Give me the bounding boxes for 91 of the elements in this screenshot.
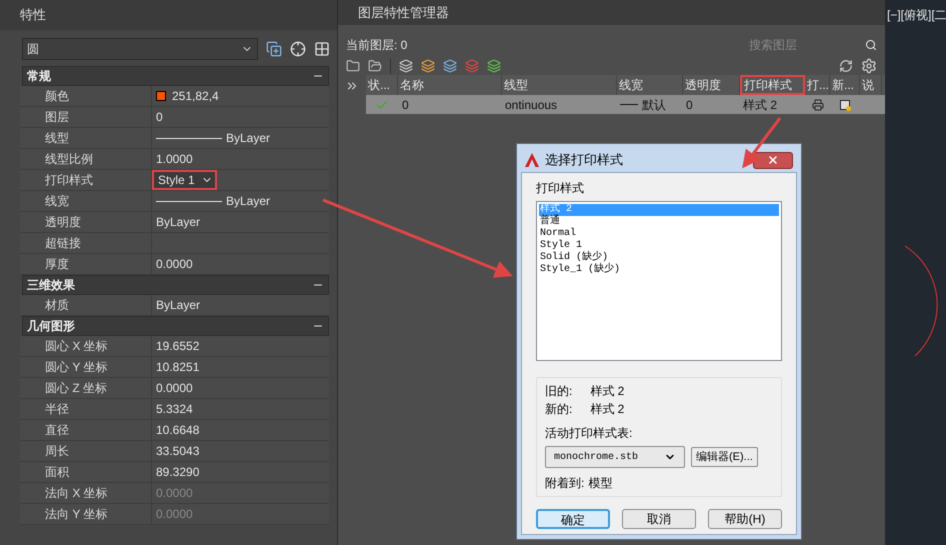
attached-value: 模型 <box>588 475 612 492</box>
property-value: 0.0000 <box>155 380 194 397</box>
panel-title: 特性 <box>20 6 46 24</box>
list-item[interactable]: Solid (缺少) <box>539 252 779 264</box>
property-value: 0.0000 <box>155 506 194 523</box>
property-value: 10.6648 <box>155 422 200 439</box>
layers-icon[interactable] <box>443 59 457 73</box>
line-sample <box>620 104 638 105</box>
layer-plot-style: 样式 2 <box>743 96 778 114</box>
app-logo-icon <box>525 153 539 167</box>
layer-row[interactable]: 0 ontinuous 默认 0 样式 2 <box>366 95 885 114</box>
dialog-button[interactable]: 确定 <box>536 509 610 529</box>
property-label: 线型比例 <box>45 151 93 168</box>
property-label: 圆心 X 坐标 <box>45 338 108 355</box>
table-label: 活动打印样式表: <box>545 425 634 442</box>
property-label: 打印样式 <box>45 172 93 189</box>
property-label: 线宽 <box>45 193 69 210</box>
property-value: 19.6552 <box>155 338 200 355</box>
property-label: 厚度 <box>45 256 69 273</box>
property-value: 10.8251 <box>155 359 200 376</box>
panel-title: 图层特性管理器 <box>358 4 449 22</box>
refresh-icon[interactable] <box>839 59 853 73</box>
column-header[interactable]: 打印样式 <box>740 75 805 95</box>
property-value: 0 <box>155 109 164 126</box>
printer-icon[interactable] <box>812 98 824 110</box>
property-label: 超链接 <box>45 235 81 252</box>
property-value: 0.0000 <box>155 256 194 273</box>
folder-icon[interactable] <box>368 59 382 73</box>
dialog-title: 选择打印样式 <box>545 151 623 170</box>
layer-linetype: ontinuous <box>505 96 558 114</box>
property-value: 0.0000 <box>155 485 194 502</box>
list-item[interactable]: Style_1 (缺少) <box>539 264 779 276</box>
property-label: 透明度 <box>45 214 81 231</box>
property-value: 1.0000 <box>155 151 194 168</box>
property-label: 直径 <box>45 422 69 439</box>
crosshair-icon[interactable] <box>290 41 306 57</box>
property-value: 33.5043 <box>155 443 200 460</box>
new-value: 样式 2 <box>590 401 624 418</box>
layers-icon[interactable] <box>421 59 435 73</box>
property-value: 251,82,4 <box>172 88 219 105</box>
property-label: 线型 <box>45 130 69 147</box>
old-label: 旧的: <box>545 383 572 400</box>
dialog-button[interactable]: 帮助(H) <box>708 509 782 529</box>
property-label: 法向 X 坐标 <box>45 485 108 502</box>
property-label: 圆心 Z 坐标 <box>45 380 107 397</box>
property-label: 颜色 <box>45 88 69 105</box>
viewport-icon[interactable] <box>840 100 850 110</box>
editor-button[interactable]: 编辑器(E)... <box>691 447 758 467</box>
section-header[interactable]: 三维效果 <box>22 275 329 295</box>
property-value: ByLayer <box>155 214 202 231</box>
close-icon <box>767 154 779 166</box>
folder-icon[interactable] <box>346 59 360 73</box>
close-button[interactable] <box>753 152 793 168</box>
list-item[interactable]: 普通 <box>539 216 779 228</box>
property-label: 图层 <box>45 109 69 126</box>
plot-table-dropdown[interactable]: monochrome.stb <box>545 446 685 468</box>
property-value: ByLayer <box>155 297 202 314</box>
property-label: 法向 Y 坐标 <box>45 506 108 523</box>
viewport-label[interactable]: [−][俯视][二 <box>887 6 946 24</box>
list-label: 打印样式 <box>536 180 585 197</box>
line-sample <box>156 200 222 202</box>
property-value: 5.3324 <box>155 401 194 418</box>
property-label: 圆心 Y 坐标 <box>45 359 108 376</box>
property-label: 周长 <box>45 443 69 460</box>
layer-name: 0 <box>402 96 409 114</box>
attached-label: 附着到: <box>545 475 584 492</box>
section-header[interactable]: 几何图形 <box>22 316 329 336</box>
property-value: ByLayer <box>226 130 270 147</box>
current-layer-label: 当前图层: 0 <box>346 37 408 54</box>
old-value: 样式 2 <box>590 383 624 400</box>
property-dropdown[interactable]: Style 1 <box>152 170 217 190</box>
property-value: 89.3290 <box>155 464 200 481</box>
property-label: 材质 <box>45 297 69 314</box>
new-label: 新的: <box>545 401 572 418</box>
layers-icon[interactable] <box>487 59 501 73</box>
annotation-arrow <box>742 117 782 168</box>
search-icon <box>865 39 877 51</box>
section-header[interactable]: 常规 <box>22 66 329 86</box>
property-label: 面积 <box>45 464 69 481</box>
object-type-dropdown[interactable]: 圆 <box>22 38 258 60</box>
grid-icon[interactable] <box>314 41 330 57</box>
property-value: ByLayer <box>226 193 270 210</box>
list-item[interactable]: Normal <box>539 228 779 240</box>
list-item[interactable]: Style 1 <box>539 240 779 252</box>
property-label: 半径 <box>45 401 69 418</box>
copy-plus-icon[interactable] <box>266 41 282 57</box>
dialog-button[interactable]: 取消 <box>622 509 696 529</box>
layers-icon[interactable] <box>399 59 413 73</box>
layer-transparency: 0 <box>686 96 693 114</box>
layer-lineweight: 默认 <box>642 96 666 114</box>
settings-icon[interactable] <box>861 58 877 74</box>
